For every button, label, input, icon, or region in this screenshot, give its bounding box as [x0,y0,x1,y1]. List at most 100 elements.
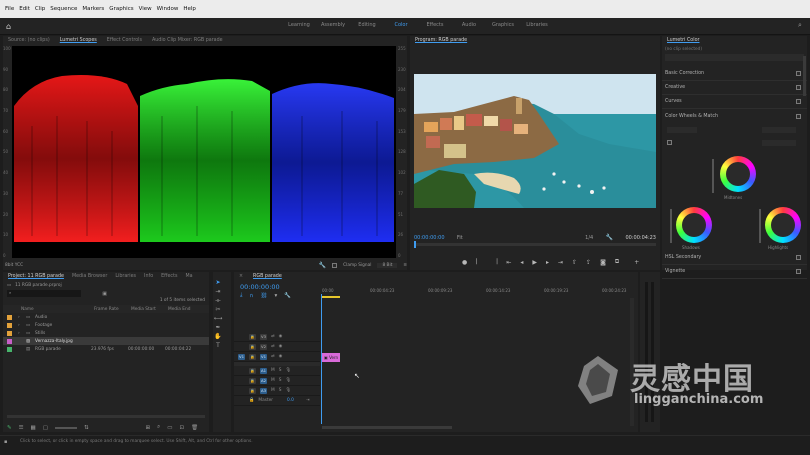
add-button-icon[interactable]: + [634,259,639,266]
track-lock-icon[interactable]: 🔒 [249,387,256,394]
track-label[interactable]: A1 [260,367,267,374]
add-marker-timeline-icon[interactable]: ▾ [274,293,277,299]
resolution-select[interactable]: 1/4 [585,235,593,241]
lumetri-scrollbar[interactable] [803,56,806,96]
menu-graphics[interactable]: Graphics [109,6,133,12]
list-item[interactable]: › ▭ Audio [3,313,209,321]
workspace-tab-libraries[interactable]: Libraries [520,22,554,28]
lumetri-section-vignette[interactable]: Vignette [662,265,807,279]
master-volume-value[interactable]: 0.0 [287,398,294,403]
mark-out-icon[interactable]: ⎹ [491,258,497,266]
work-area-bar[interactable] [322,296,340,298]
midtones-wheel[interactable] [720,156,756,192]
column-frame-rate[interactable]: Frame Rate [94,307,131,312]
fit-select[interactable]: Fit [457,235,463,241]
track-lock-icon[interactable]: 🔒 [249,398,254,403]
workspace-tab-editing[interactable]: Editing [350,22,384,28]
lumetri-clip-selector[interactable]: (no clip selected) [662,45,807,54]
compare-view-icon[interactable]: ⧉ [615,258,619,266]
hand-tool-icon[interactable]: ✋ [213,332,223,341]
new-bin-icon[interactable]: ▭ [167,425,172,431]
creative-toggle[interactable] [796,85,801,90]
menu-clip[interactable]: Clip [35,6,45,12]
pen-tool-icon[interactable]: ✒ [213,323,223,332]
menu-view[interactable]: View [139,6,152,12]
lumetri-section-basic-correction[interactable]: Basic Correction [662,67,807,81]
disclosure-arrow-icon[interactable]: › [18,331,26,336]
tab-project[interactable]: Project: 11 RGB parade [8,274,64,279]
new-bin-from-search-icon[interactable]: ▣ [102,291,107,297]
pencil-icon[interactable]: ✎ [7,425,12,431]
eye-icon[interactable]: ◉ [279,344,283,349]
hsl-toggle[interactable] [796,255,801,260]
tab-info[interactable]: Info [144,274,153,279]
search-icon[interactable]: ⌕ [798,21,802,30]
menu-markers[interactable]: Markers [82,6,104,12]
disclosure-arrow-icon[interactable]: › [18,315,26,320]
track-label[interactable]: A3 [260,387,267,394]
timeline-clip-vernazza[interactable]: ▣ Vern [322,353,340,362]
lumetri-color-title[interactable]: Lumetri Color [667,38,700,43]
step-back-icon[interactable]: ◂ [520,259,523,266]
lift-icon[interactable]: ⇧ [572,259,577,266]
apply-match-button[interactable] [762,140,796,146]
export-frame-icon[interactable]: ◙ [600,259,606,266]
microphone-icon[interactable]: 🎙 [285,378,290,383]
track-lock-icon[interactable]: 🔒 [249,343,256,350]
lumetri-clip-dropdown[interactable] [665,54,804,61]
menu-file[interactable]: File [5,6,14,12]
project-search-input[interactable]: ⌕ [7,290,81,297]
face-detection-checkbox[interactable] [667,140,672,145]
tab-lumetri-scopes[interactable]: Lumetri Scopes [60,38,97,43]
workspace-tab-assembly[interactable]: Assembly [316,22,350,28]
program-playhead-timecode[interactable]: 00:00:00:00 [414,235,445,241]
workspace-tab-effects[interactable]: Effects [418,22,452,28]
menu-edit[interactable]: Edit [19,6,30,12]
list-item[interactable]: › ▭ Footage [3,321,209,329]
trash-icon[interactable]: 🗑 [191,425,198,431]
timeline-timecode[interactable]: 00:00:00:00 [240,283,280,291]
column-media-end[interactable]: Media End [168,307,205,312]
comparison-view-button[interactable] [762,127,796,133]
shadows-slider[interactable] [670,209,672,243]
lumetri-section-curves[interactable]: Curves [662,95,807,109]
tab-audio-clip-mixer[interactable]: Audio Clip Mixer: RGB parade [152,38,223,43]
track-label[interactable]: V2 [260,343,267,350]
tab-effects[interactable]: Effects [161,274,177,279]
disclosure-arrow-icon[interactable]: › [18,323,26,328]
extract-icon[interactable]: ⇪ [586,259,591,266]
find-icon[interactable]: ⌕ [157,424,160,431]
solo-button[interactable]: S [279,368,282,373]
sync-lock-icon[interactable]: ⇄ [271,354,275,359]
timeline-sequence-tab[interactable]: RGB parade [253,274,282,279]
vignette-toggle[interactable] [796,269,801,274]
sort-icon[interactable]: ⇅ [84,425,89,431]
lumetri-section-hsl[interactable]: HSL Secondary [662,251,807,265]
timeline-close-icon[interactable]: × [239,274,243,279]
ripple-edit-tool-icon[interactable]: ⟛ [213,296,223,305]
workspace-tab-graphics[interactable]: Graphics [486,22,520,28]
track-label[interactable]: V1 [260,353,267,360]
track-label[interactable]: A2 [260,377,267,384]
curves-toggle[interactable] [796,99,801,104]
tab-media-browser[interactable]: Media Browser [72,274,107,279]
add-marker-icon[interactable]: ● [462,259,467,266]
panel-menu-icon[interactable]: ≡ [403,263,407,268]
track-lock-icon[interactable]: 🔒 [249,377,256,384]
list-item[interactable]: ▤ RGB parade 23.976 fps 00:00:00:00 00:0… [3,345,209,353]
eye-icon[interactable]: ◉ [279,354,283,359]
lumetri-section-creative[interactable]: Creative [662,81,807,95]
solo-button[interactable]: S [279,388,282,393]
eye-icon[interactable]: ◉ [279,334,283,339]
list-item[interactable]: › ▭ Stills [3,329,209,337]
timeline-ruler[interactable]: 00:00 00:00:04:23 00:00:09:23 00:00:14:2… [322,288,632,293]
workspace-tab-audio[interactable]: Audio [452,22,486,28]
list-view-icon[interactable]: ☰ [19,425,24,431]
highlights-slider[interactable] [759,209,761,243]
microphone-icon[interactable]: 🎙 [285,368,290,373]
basic-correction-toggle[interactable] [796,71,801,76]
column-name[interactable]: Name [21,307,94,312]
tab-source[interactable]: Source: (no clips) [8,38,50,43]
timeline-horizontal-scrollbar[interactable] [322,426,452,429]
list-item-selected[interactable]: ▨ Vernazza-Italy.jpg [3,337,209,345]
